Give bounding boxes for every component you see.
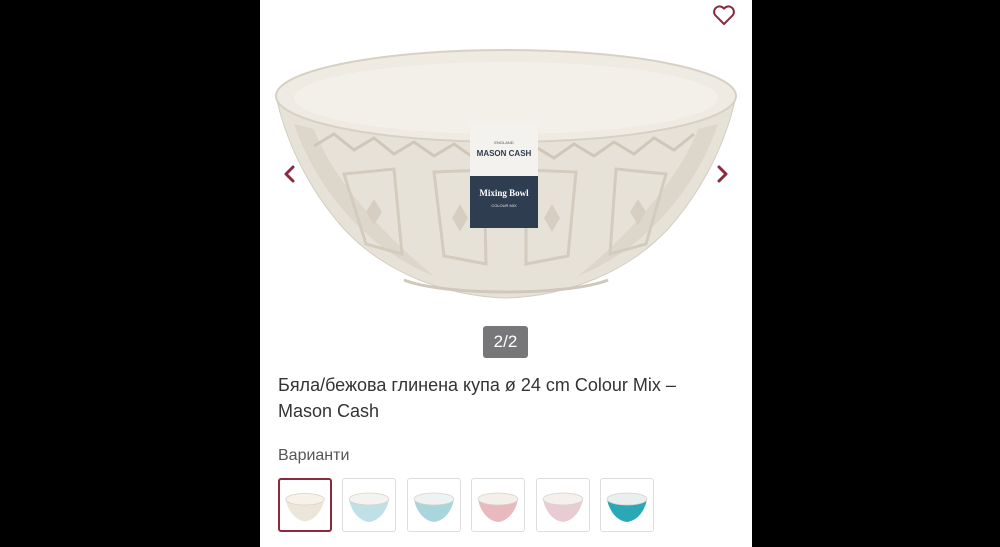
image-gallery[interactable]: ENGLAND MASON CASH Mixing Bowl COLOUR MI… <box>260 0 752 360</box>
variant-thumb[interactable] <box>536 478 590 532</box>
variants-list <box>278 478 738 534</box>
variant-thumb[interactable] <box>600 478 654 532</box>
variant-bowl-rim <box>348 492 390 506</box>
variant-bowl-rim <box>285 493 325 506</box>
variant-bowl-rim <box>413 492 455 506</box>
variant-bowl-rim <box>606 492 648 506</box>
variant-bowl-rim <box>477 492 519 506</box>
svg-text:Mixing Bowl: Mixing Bowl <box>479 188 529 198</box>
mason-cash-label: ENGLAND MASON CASH Mixing Bowl COLOUR MI… <box>470 124 538 228</box>
image-counter: 2/2 <box>483 326 528 358</box>
product-page: ENGLAND MASON CASH Mixing Bowl COLOUR MI… <box>260 0 752 547</box>
product-image: ENGLAND MASON CASH Mixing Bowl COLOUR MI… <box>275 49 737 299</box>
product-title: Бяла/бежова глинена купа ø 24 cm Colour … <box>278 375 676 421</box>
svg-text:MASON CASH: MASON CASH <box>477 149 532 158</box>
variant-bowl-rim <box>542 492 584 506</box>
variants-label: Варианти <box>278 447 350 464</box>
svg-text:COLOUR MIX: COLOUR MIX <box>491 203 517 208</box>
variant-thumb[interactable] <box>407 478 461 532</box>
variant-thumb[interactable] <box>278 478 332 532</box>
heart-icon[interactable] <box>712 4 736 26</box>
variant-thumb[interactable] <box>471 478 525 532</box>
svg-text:ENGLAND: ENGLAND <box>494 140 513 145</box>
variant-thumb[interactable] <box>342 478 396 532</box>
